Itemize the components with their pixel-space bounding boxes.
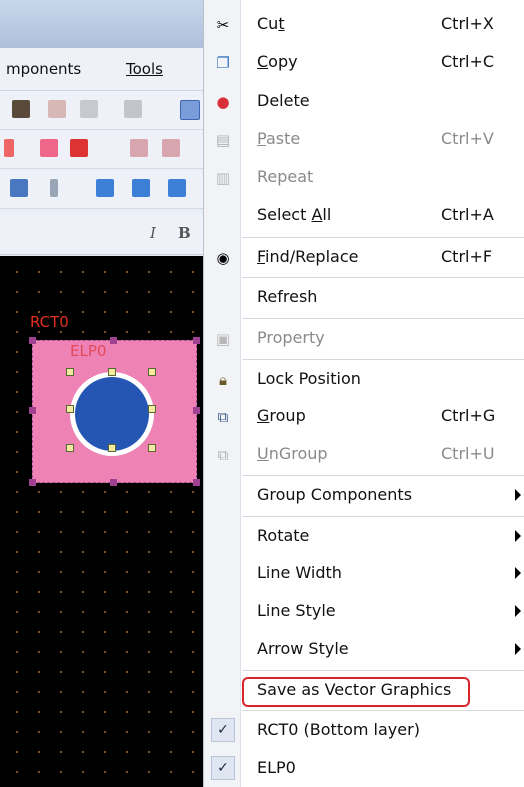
shortcut-select-all: Ctrl+A (441, 205, 494, 224)
shortcut-find: Ctrl+F (441, 247, 493, 266)
ellipse-handle[interactable] (66, 444, 74, 452)
rect-handle[interactable] (193, 337, 200, 344)
property-icon[interactable] (124, 100, 142, 118)
menu-item-cut[interactable]: ✂ Cut Ctrl+X (204, 6, 524, 42)
menu-separator (242, 516, 524, 517)
shortcut-group: Ctrl+G (441, 406, 496, 425)
ellipse-handle[interactable] (148, 405, 156, 413)
submenu-arrow-icon (515, 489, 521, 501)
distribute-h-icon[interactable] (96, 179, 114, 197)
check-icon: ✓ (211, 756, 235, 780)
menu-item-property[interactable]: ▣ Property (204, 320, 524, 356)
property-icon: ▣ (215, 330, 231, 348)
menu-separator (242, 710, 524, 711)
menu-item-layer-elp0[interactable]: ✓ ELP0 (204, 750, 524, 786)
shortcut-cut: Ctrl+X (441, 14, 494, 33)
lock-icon: 🔒︎ (219, 371, 227, 389)
ellipse-handle[interactable] (66, 405, 74, 413)
menu-item-layer-rct0[interactable]: ✓ RCT0 (Bottom layer) (204, 712, 524, 748)
ellipse-handle[interactable] (108, 444, 116, 452)
paste-icon: ▤ (215, 131, 231, 149)
dropdown-icon[interactable] (50, 179, 58, 197)
align-box-icon[interactable] (70, 139, 88, 157)
menu-item-find-replace[interactable]: ◉ Find/Replace Ctrl+F (204, 239, 524, 275)
ellipse-label: ELP0 (70, 342, 107, 360)
menu-item-repeat[interactable]: ▥ Repeat (204, 159, 524, 195)
ellipse-handle[interactable] (108, 368, 116, 376)
repeat-icon: ▥ (215, 169, 231, 187)
group-icon[interactable] (180, 100, 200, 120)
highlight-outline (242, 677, 470, 707)
menu-item-delete[interactable]: ● Delete (204, 83, 524, 119)
ellipse-handle[interactable] (148, 444, 156, 452)
italic-button[interactable]: I (150, 224, 156, 242)
menu-item-lock-position[interactable]: 🔒︎ Lock Position (204, 361, 524, 397)
ellipse-handle[interactable] (66, 368, 74, 376)
menu-item-arrow-style[interactable]: Arrow Style (204, 631, 524, 667)
menu-components[interactable]: mponents (6, 60, 81, 78)
copy-icon: ❐ (216, 54, 230, 72)
menu-item-select-all[interactable]: Select All Ctrl+A (204, 197, 524, 233)
print-preview-icon[interactable] (48, 100, 66, 118)
drawing-canvas[interactable] (0, 256, 210, 787)
rect-handle[interactable] (29, 407, 36, 414)
ellipse-handle[interactable] (148, 368, 156, 376)
rect-handle[interactable] (193, 479, 200, 486)
order-front-icon[interactable] (130, 139, 148, 157)
menu-item-group[interactable]: ⧉ Group Ctrl+G (204, 398, 524, 434)
shortcut-copy: Ctrl+C (441, 52, 495, 71)
menu-item-group-components[interactable]: Group Components (204, 477, 524, 513)
context-menu: ✂ Cut Ctrl+X ❐ Copy Ctrl+C ● Delete ▤ Pa… (203, 0, 524, 787)
scissors-icon: ✂ (216, 16, 230, 34)
check-icon: ✓ (211, 718, 235, 742)
shortcut-ungroup: Ctrl+U (441, 444, 495, 463)
align-center-icon[interactable] (40, 139, 58, 157)
binoculars-icon: ◉ (216, 249, 230, 267)
menu-separator (242, 277, 524, 278)
menu-separator (242, 670, 524, 671)
distribute-v-icon[interactable] (132, 179, 150, 197)
bold-button[interactable]: B (178, 224, 191, 242)
fill-color-icon[interactable] (10, 179, 28, 197)
rect-label: RCT0 (30, 313, 69, 331)
menu-separator (242, 318, 524, 319)
menu-item-paste[interactable]: ▤ Paste Ctrl+V (204, 121, 524, 157)
submenu-arrow-icon (515, 605, 521, 617)
submenu-arrow-icon (515, 567, 521, 579)
editor-window: mponents Tools I B RCT0 ELP0 (0, 0, 210, 787)
title-bar (0, 0, 210, 48)
submenu-arrow-icon (515, 643, 521, 655)
menu-separator (242, 359, 524, 360)
toolbar-2 (0, 130, 210, 169)
rect-handle[interactable] (29, 337, 36, 344)
group-icon: ⧉ (217, 408, 229, 426)
same-size-icon[interactable] (168, 179, 186, 197)
menu-tools[interactable]: Tools (126, 60, 163, 78)
rect-handle[interactable] (29, 479, 36, 486)
menu-item-refresh[interactable]: Refresh (204, 279, 524, 315)
menu-item-line-width[interactable]: Line Width (204, 555, 524, 591)
order-back-icon[interactable] (162, 139, 180, 157)
ellipse-fill (75, 377, 149, 451)
binoculars-icon[interactable] (12, 100, 30, 118)
delete-icon: ● (216, 93, 230, 111)
submenu-arrow-icon (515, 530, 521, 542)
shortcut-paste: Ctrl+V (441, 129, 494, 148)
menu-item-rotate[interactable]: Rotate (204, 518, 524, 554)
print-icon[interactable] (80, 100, 98, 118)
toolbar-1 (0, 91, 210, 130)
menu-item-copy[interactable]: ❐ Copy Ctrl+C (204, 44, 524, 80)
menu-item-ungroup[interactable]: ⧉ UnGroup Ctrl+U (204, 436, 524, 472)
rect-handle[interactable] (193, 407, 200, 414)
align-left-icon[interactable] (4, 139, 14, 157)
rect-handle[interactable] (110, 479, 117, 486)
menu-separator (242, 475, 524, 476)
menu-separator (242, 237, 524, 238)
toolbar-3 (0, 170, 210, 209)
ungroup-icon: ⧉ (217, 446, 229, 464)
font-toolbar: I B (0, 214, 210, 255)
menu-bar: mponents Tools (0, 48, 210, 91)
menu-item-line-style[interactable]: Line Style (204, 593, 524, 629)
rect-handle[interactable] (110, 337, 117, 344)
